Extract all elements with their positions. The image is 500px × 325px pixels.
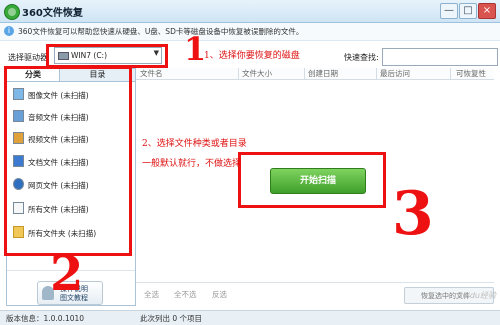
column-name[interactable]: 文件名 (140, 68, 163, 79)
annotation-box-drive (46, 44, 168, 68)
app-logo-icon (4, 4, 20, 20)
annotation-number-1: 1 (184, 30, 207, 68)
select-all-link[interactable]: 全选 (144, 289, 159, 300)
window-title: 360文件恢复 (22, 8, 83, 19)
column-size[interactable]: 文件大小 (242, 68, 272, 79)
column-divider (376, 68, 377, 79)
listed-count: 此次列出 0 个项目 (140, 314, 203, 323)
file-list-header: 文件名 文件大小 创建日期 最后访问 可恢复性 (136, 68, 494, 80)
drive-label: 选择驱动器 (8, 53, 48, 62)
title-bar: 360文件恢复 — □ × (0, 0, 500, 23)
select-none-link[interactable]: 全不选 (174, 289, 197, 300)
quick-search-input[interactable] (382, 48, 498, 66)
column-accessed[interactable]: 最后访问 (380, 68, 410, 79)
annotation-note-2: 2、选择文件种类或者目录 (142, 139, 247, 149)
quick-search-label: 快速查找: (344, 53, 379, 62)
annotation-box-scan (238, 152, 386, 208)
version-info: 版本信息：1.0.0.1010 (6, 314, 85, 323)
minimize-button[interactable]: — (440, 3, 458, 19)
column-divider (304, 68, 305, 79)
column-recoverability[interactable]: 可恢复性 (456, 68, 486, 79)
annotation-number-2: 2 (50, 246, 84, 302)
column-created[interactable]: 创建日期 (308, 68, 338, 79)
info-icon: i (4, 26, 14, 36)
status-bar: 版本信息：1.0.0.1010 此次列出 0 个项目 (0, 310, 500, 325)
maximize-button[interactable]: □ (459, 3, 477, 19)
annotation-box-categories (4, 66, 132, 256)
invert-selection-link[interactable]: 反选 (212, 289, 227, 300)
info-text: 360文件恢复可以帮助您快速从硬盘、U盘、SD卡等磁盘设备中恢复被误删除的文件。 (18, 27, 304, 36)
column-divider (450, 68, 451, 79)
annotation-note-1: 1、选择你要恢复的磁盘 (204, 51, 300, 61)
close-button[interactable]: × (478, 3, 496, 19)
watermark: Baidu经验 (457, 291, 496, 300)
info-bar: i 360文件恢复可以帮助您快速从硬盘、U盘、SD卡等磁盘设备中恢复被误删除的文… (0, 23, 500, 41)
bottom-action-bar: 全选 全不选 反选 恢复选中的文件 (136, 282, 494, 305)
column-divider (238, 68, 239, 79)
annotation-note-3: 一般默认就行，不做选择 (142, 159, 242, 169)
annotation-number-3: 3 (392, 179, 434, 249)
